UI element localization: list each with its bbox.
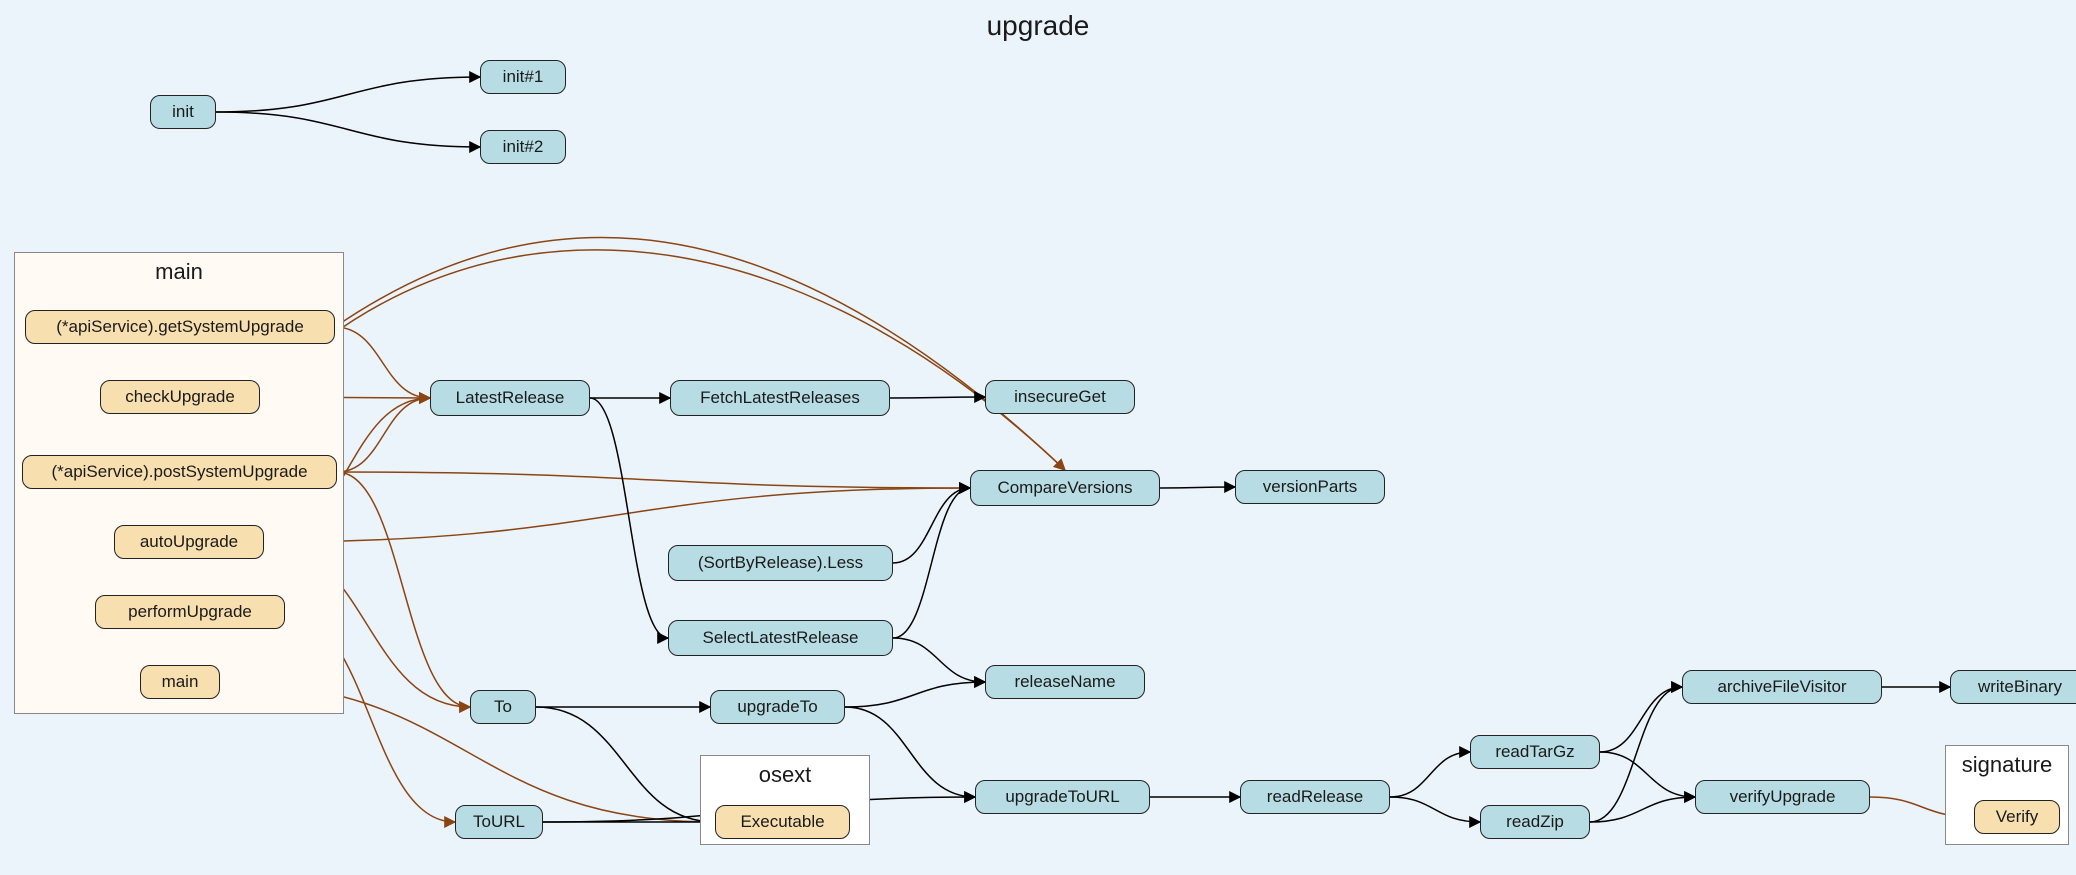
diagram-title: upgrade xyxy=(0,10,2076,42)
node-init[interactable]: init xyxy=(150,95,216,129)
edge-postSystemUpgrade-To xyxy=(337,472,470,707)
edge-upgradeTo-releaseName xyxy=(845,682,985,707)
edge-readRelease-readTarGz xyxy=(1390,752,1470,797)
node-mainFn[interactable]: main xyxy=(140,665,220,699)
node-To[interactable]: To xyxy=(470,690,536,724)
node-upgradeToURL[interactable]: upgradeToURL xyxy=(975,780,1150,814)
edge-FetchLatestReleases-insecureGet xyxy=(890,397,985,398)
edge-SortByReleaseLess-CompareVersions xyxy=(893,488,970,563)
node-SortByReleaseLess[interactable]: (SortByRelease).Less xyxy=(668,545,893,581)
node-readTarGz[interactable]: readTarGz xyxy=(1470,735,1600,769)
edge-readZip-verifyUpgrade xyxy=(1590,797,1695,822)
node-LatestRelease[interactable]: LatestRelease xyxy=(430,380,590,416)
node-Verify[interactable]: Verify xyxy=(1974,800,2060,834)
edge-checkUpgrade-CompareVersions xyxy=(260,250,1065,470)
node-archiveFileVisitor[interactable]: archiveFileVisitor xyxy=(1682,670,1882,704)
node-SelectLatestRelease[interactable]: SelectLatestRelease xyxy=(668,620,893,656)
node-ToURL[interactable]: ToURL xyxy=(455,805,543,839)
edge-postSystemUpgrade-CompareVersions xyxy=(337,472,970,488)
node-FetchLatestReleases[interactable]: FetchLatestReleases xyxy=(670,380,890,416)
node-getSystemUpgrade[interactable]: (*apiService).getSystemUpgrade xyxy=(25,310,335,344)
cluster-label-osext: osext xyxy=(759,762,812,788)
node-writeBinary[interactable]: writeBinary xyxy=(1950,670,2076,704)
node-releaseName[interactable]: releaseName xyxy=(985,665,1145,699)
edge-SelectLatestRelease-CompareVersions xyxy=(893,488,970,638)
node-CompareVersions[interactable]: CompareVersions xyxy=(970,470,1160,506)
node-readRelease[interactable]: readRelease xyxy=(1240,780,1390,814)
cluster-label-signature: signature xyxy=(1962,752,2053,778)
edge-readTarGz-verifyUpgrade xyxy=(1600,752,1695,797)
edge-postSystemUpgrade-LatestRelease xyxy=(337,398,430,472)
node-checkUpgrade[interactable]: checkUpgrade xyxy=(100,380,260,414)
cluster-label-main: main xyxy=(155,259,203,285)
node-versionParts[interactable]: versionParts xyxy=(1235,470,1385,504)
node-insecureGet[interactable]: insecureGet xyxy=(985,380,1135,414)
node-readZip[interactable]: readZip xyxy=(1480,805,1590,839)
edge-init-init2 xyxy=(216,112,480,147)
node-autoUpgrade[interactable]: autoUpgrade xyxy=(114,525,264,559)
node-init2[interactable]: init#2 xyxy=(480,130,566,164)
edge-To-Executable xyxy=(536,707,715,822)
edge-readZip-archiveFileVisitor xyxy=(1590,687,1682,822)
edge-CompareVersions-versionParts xyxy=(1160,487,1235,488)
node-Executable[interactable]: Executable xyxy=(715,805,850,839)
node-verifyUpgrade[interactable]: verifyUpgrade xyxy=(1695,780,1870,814)
edge-getSystemUpgrade-CompareVersions xyxy=(335,237,1065,470)
edge-autoUpgrade-CompareVersions xyxy=(264,488,970,542)
edge-readTarGz-archiveFileVisitor xyxy=(1600,687,1682,752)
node-postSystemUpgrade[interactable]: (*apiService).postSystemUpgrade xyxy=(22,455,337,489)
node-upgradeTo[interactable]: upgradeTo xyxy=(710,690,845,724)
edge-LatestRelease-SelectLatestRelease xyxy=(590,398,668,638)
edge-readRelease-readZip xyxy=(1390,797,1480,822)
edge-SelectLatestRelease-releaseName xyxy=(893,638,985,682)
node-init1[interactable]: init#1 xyxy=(480,60,566,94)
node-performUpgrade[interactable]: performUpgrade xyxy=(95,595,285,629)
edge-getSystemUpgrade-LatestRelease xyxy=(335,327,430,398)
edge-init-init1 xyxy=(216,77,480,112)
